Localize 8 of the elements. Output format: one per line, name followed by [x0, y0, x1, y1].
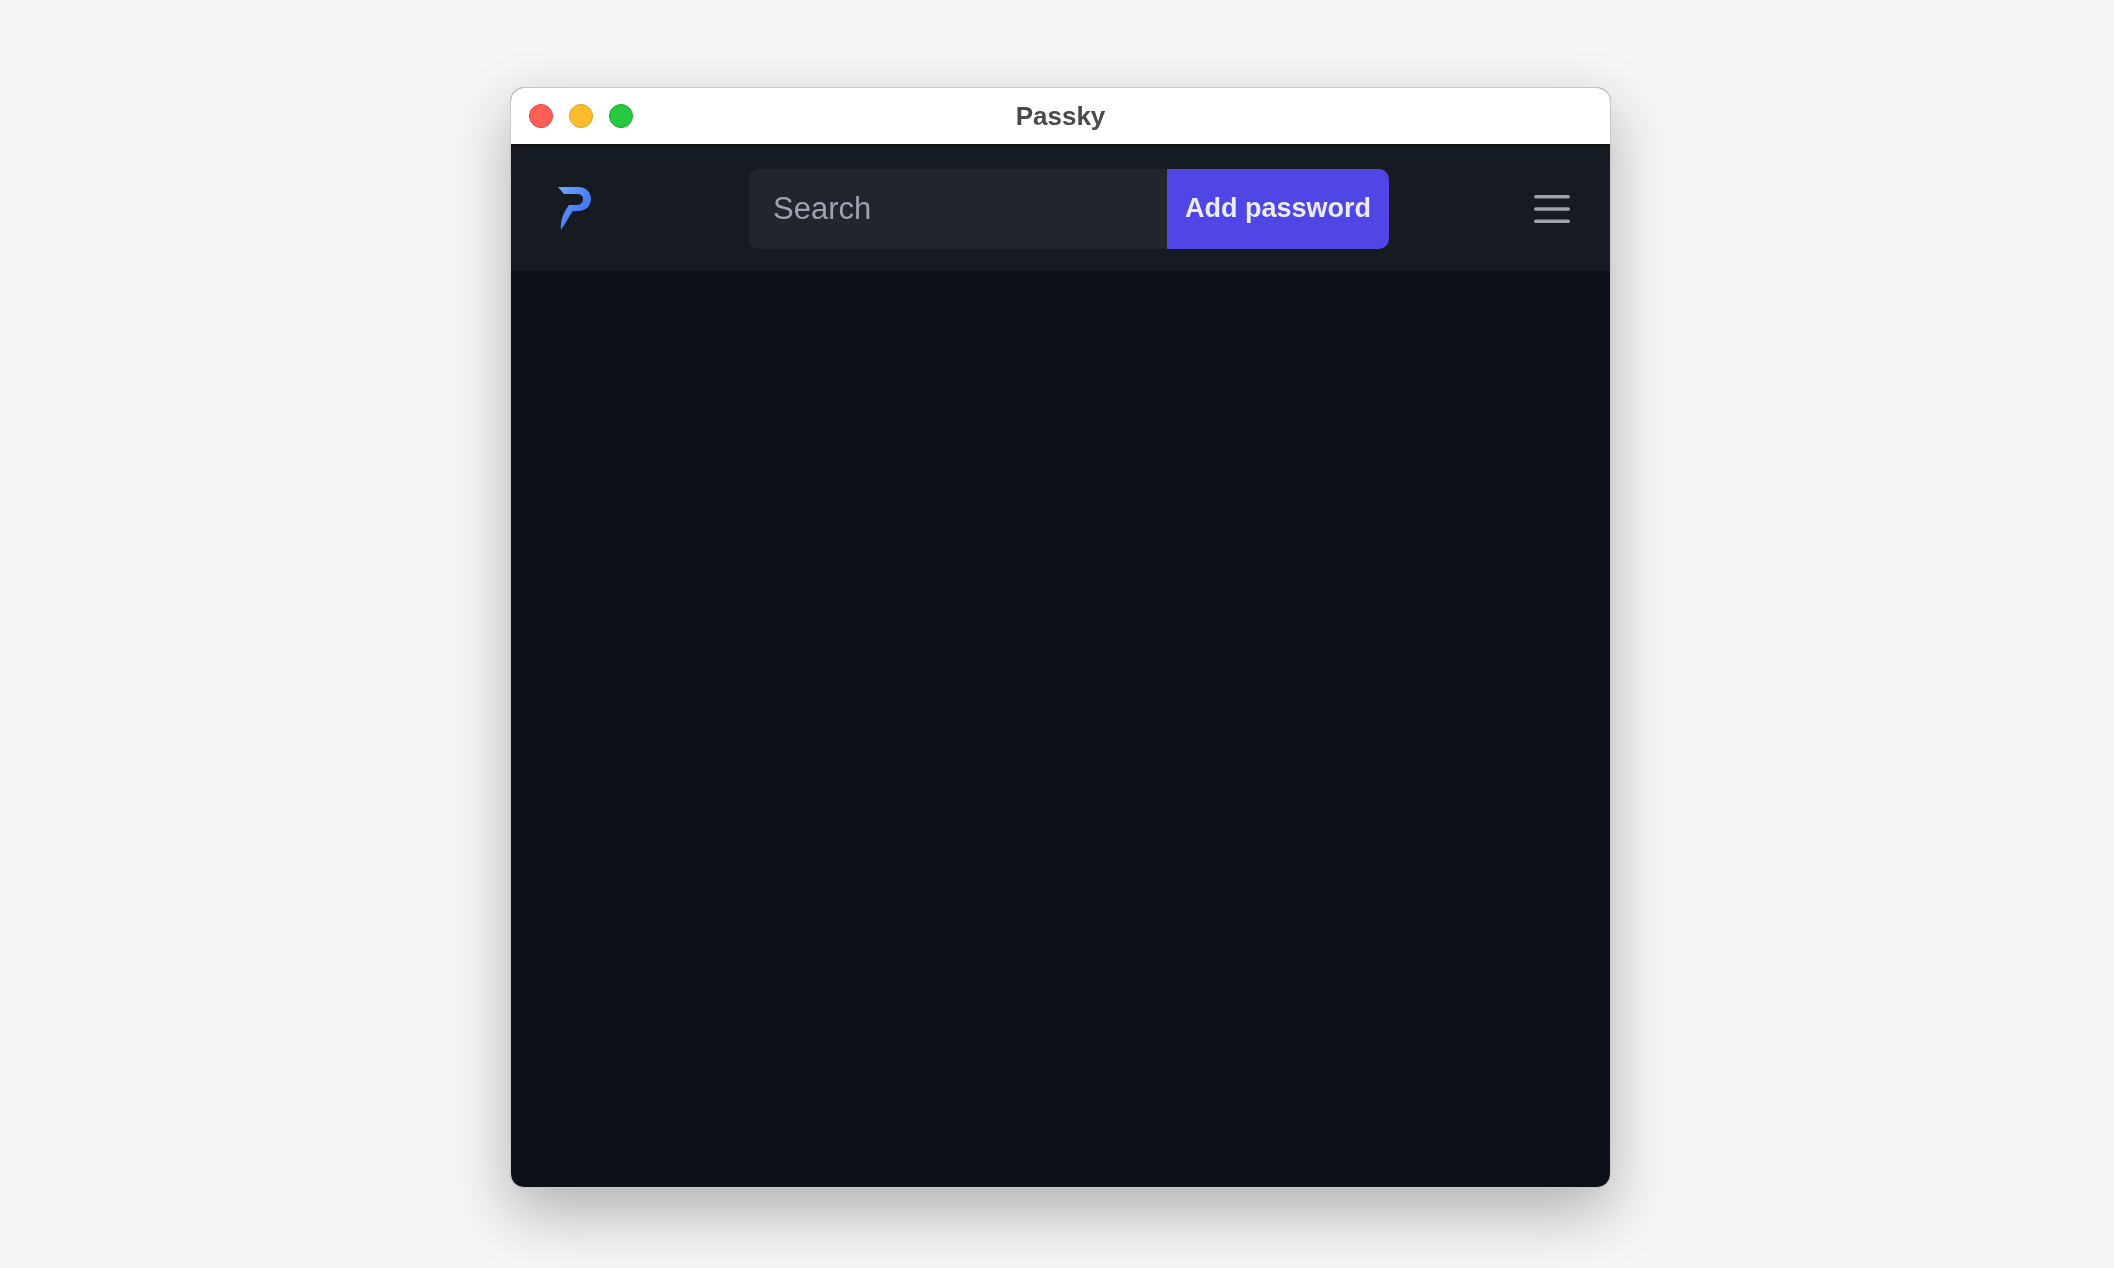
- logo-icon: [558, 187, 591, 230]
- menu-icon[interactable]: [1534, 194, 1570, 223]
- minimize-icon[interactable]: [569, 104, 593, 128]
- window-title: Passky: [1015, 100, 1106, 132]
- maximize-icon[interactable]: [609, 104, 633, 128]
- close-icon[interactable]: [529, 104, 553, 128]
- add-password-button[interactable]: Add password: [1167, 168, 1389, 249]
- search-field[interactable]: Search: [749, 168, 1167, 249]
